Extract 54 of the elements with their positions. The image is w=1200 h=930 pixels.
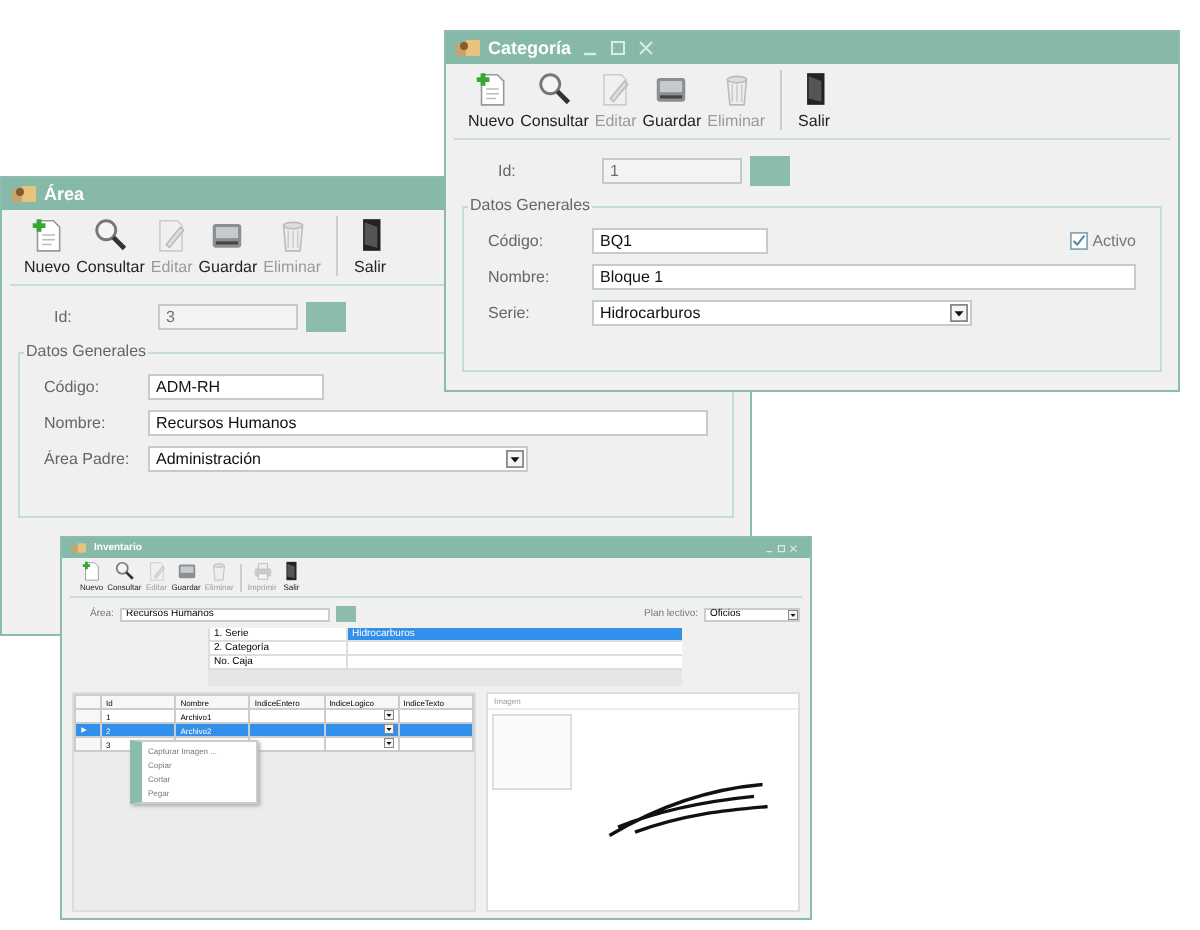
active-checkbox[interactable]: Activo (1070, 232, 1136, 250)
toolbar-button[interactable]: Nuevo (466, 70, 517, 130)
toolbar-button[interactable]: Guardar (640, 70, 704, 130)
toolbar-button[interactable]: Guardar (196, 216, 260, 276)
printer-icon (251, 560, 274, 582)
toolbar-button[interactable]: Consultar (518, 70, 591, 130)
app-icon (12, 184, 36, 204)
maximize-icon[interactable] (607, 38, 628, 58)
window-controls-icon[interactable] (764, 542, 800, 554)
dropdown-field[interactable]: Hidrocarburos (592, 300, 972, 326)
field-label: Código: (488, 232, 546, 250)
field-label: Serie: (488, 304, 532, 322)
disk-drive-icon (175, 560, 198, 582)
app-icon (72, 542, 86, 554)
property-value[interactable] (348, 642, 682, 656)
field-label: Nombre: (44, 414, 108, 432)
dropdown-arrow-icon[interactable] (788, 609, 798, 619)
field-label: Código: (44, 378, 102, 396)
lookup-button[interactable] (335, 606, 356, 622)
group-title: Datos Generales (24, 342, 149, 360)
group-title: Datos Generales (468, 196, 593, 214)
lookup-button[interactable] (306, 302, 346, 332)
text-field[interactable]: ADM-RH (148, 374, 324, 400)
toolbar-button[interactable]: Salir (793, 70, 836, 130)
row-pointer-icon (80, 725, 88, 733)
close-icon[interactable] (635, 38, 656, 58)
app-icon (456, 38, 480, 58)
dropdown-arrow-icon[interactable] (383, 724, 394, 734)
property-value[interactable] (348, 656, 682, 670)
door-icon (280, 560, 303, 582)
window-title: Área (44, 184, 85, 204)
toolbar-button[interactable]: Salir (349, 216, 392, 276)
dropdown-arrow-icon[interactable] (383, 738, 394, 748)
checkbox-icon[interactable] (1070, 232, 1089, 250)
search-icon (91, 216, 130, 254)
field-label: Área Padre: (44, 450, 132, 468)
trash-can-icon (208, 560, 231, 582)
thumbnail-placeholder[interactable] (492, 714, 572, 790)
dropdown-field[interactable]: Administración (148, 446, 528, 472)
field-label: Id: (498, 162, 518, 180)
pencil-page-icon (145, 560, 168, 582)
toolbar-button[interactable]: Consultar (74, 216, 147, 276)
lookup-button[interactable] (750, 156, 790, 186)
search-icon (113, 560, 136, 582)
toolbar-button[interactable]: Nuevo (22, 216, 73, 276)
field-label: Nombre: (488, 268, 552, 286)
text-field[interactable]: Bloque 1 (592, 264, 1136, 290)
search-icon (535, 70, 574, 108)
dropdown-arrow-icon[interactable] (383, 710, 394, 720)
window-title: Categoría (488, 38, 572, 58)
text-field[interactable]: BQ1 (592, 228, 768, 254)
text-field[interactable]: Recursos Humanos (148, 410, 708, 436)
new-document-icon (80, 560, 103, 582)
field-label: Id: (54, 308, 74, 326)
